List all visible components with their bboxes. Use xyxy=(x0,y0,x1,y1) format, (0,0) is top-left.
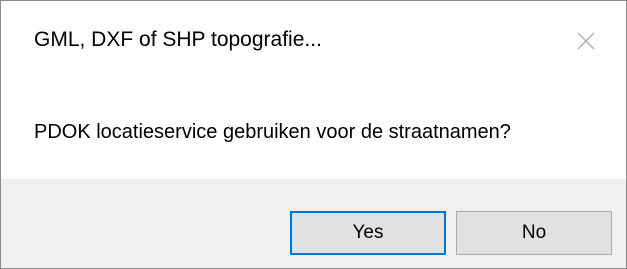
dialog-message: PDOK locatieservice gebruiken voor de st… xyxy=(34,121,511,143)
message-dialog: GML, DXF of SHP topografie... PDOK locat… xyxy=(0,0,627,269)
dialog-content: PDOK locatieservice gebruiken voor de st… xyxy=(1,81,626,179)
title-bar: GML, DXF of SHP topografie... xyxy=(1,1,626,81)
close-icon xyxy=(577,32,595,50)
yes-button[interactable]: Yes xyxy=(290,211,446,255)
no-button[interactable]: No xyxy=(456,211,612,255)
dialog-title: GML, DXF of SHP topografie... xyxy=(34,28,322,51)
close-button[interactable] xyxy=(546,1,626,81)
button-bar: Yes No xyxy=(1,179,626,268)
